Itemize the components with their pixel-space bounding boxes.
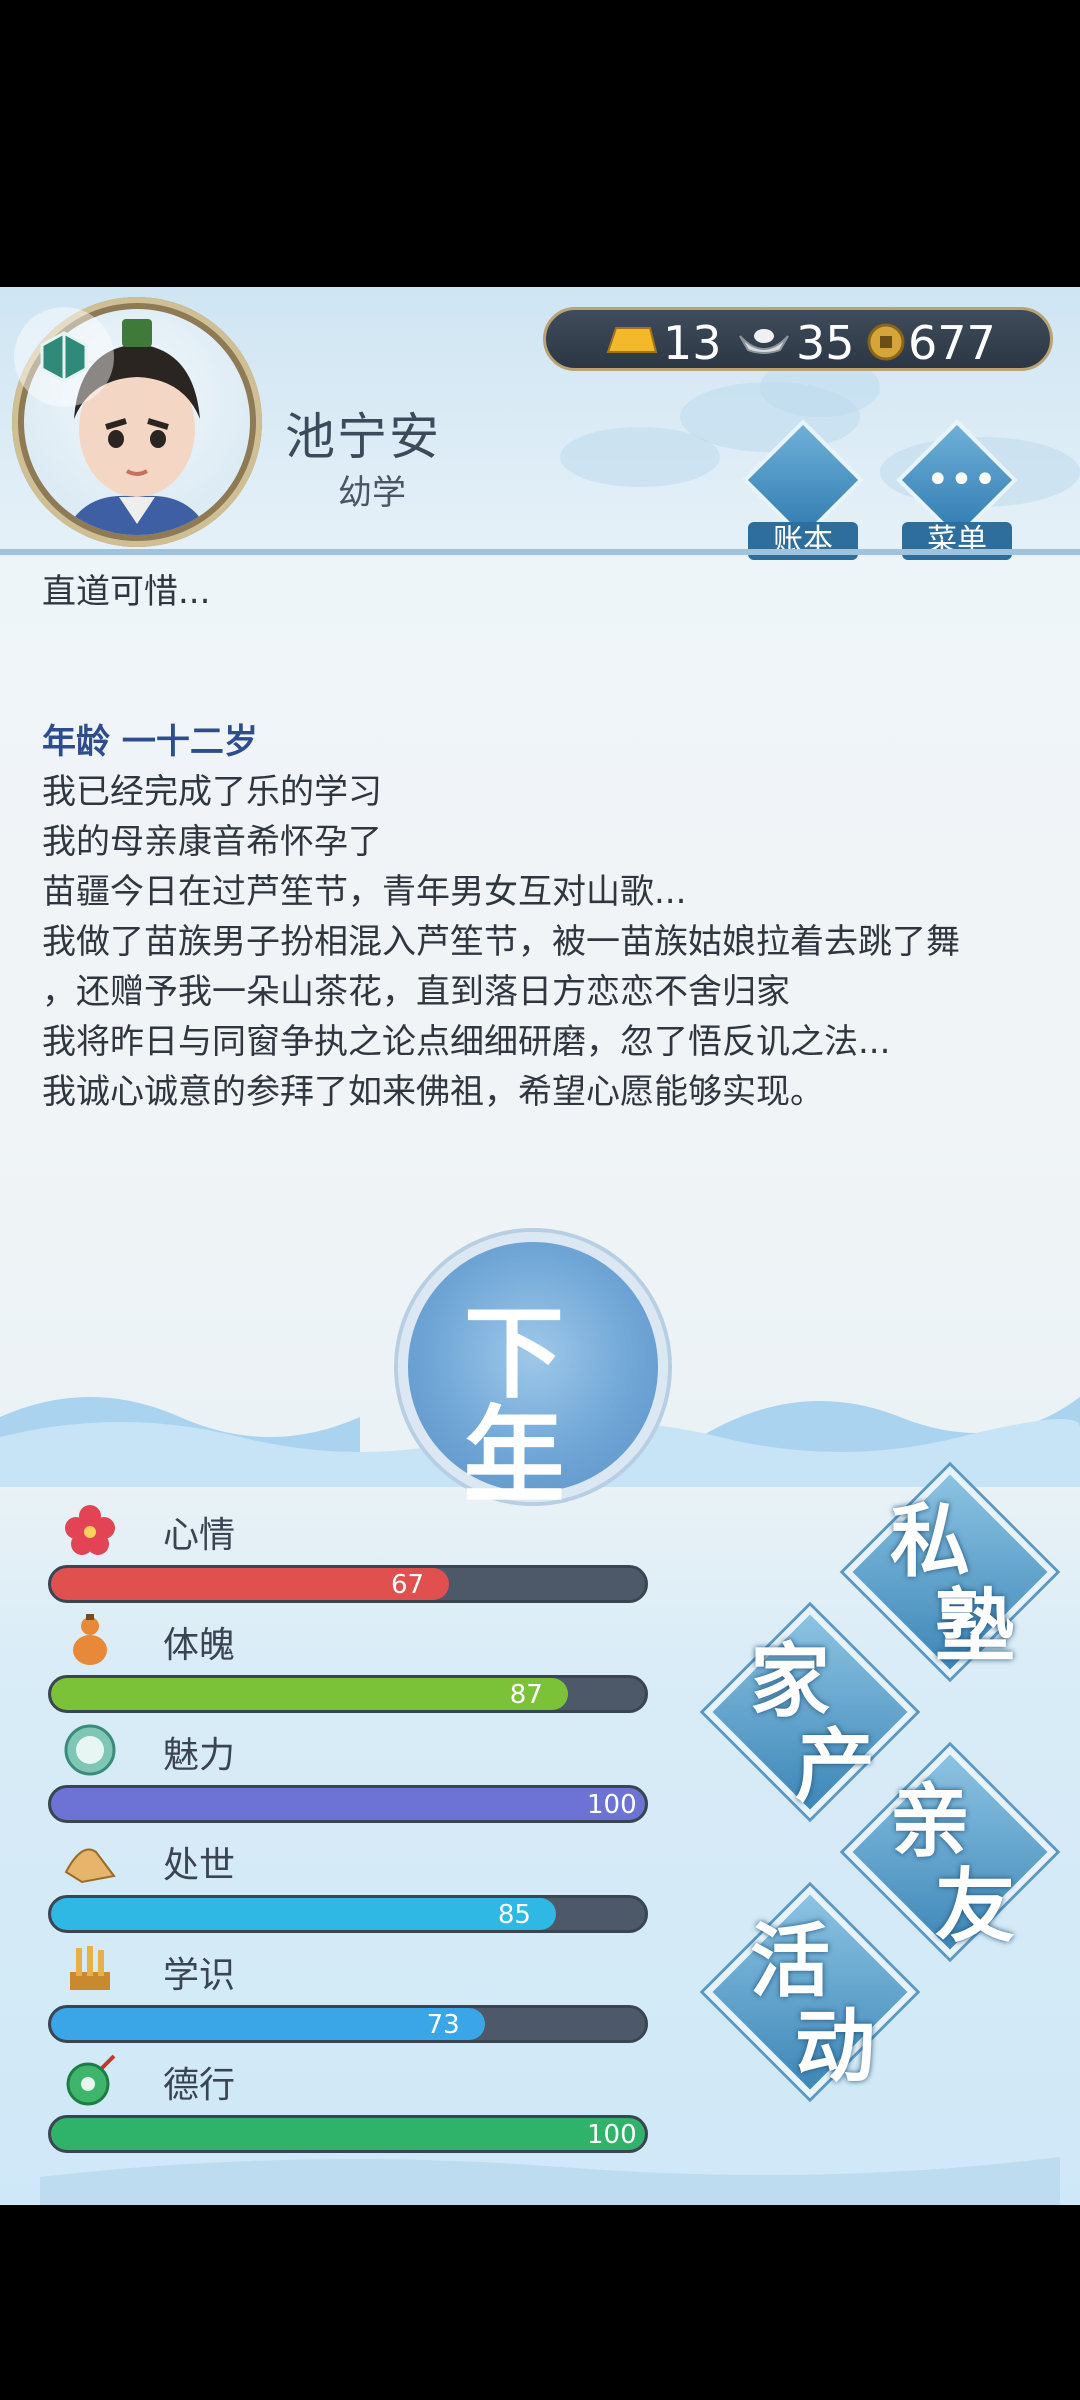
player-name: 池宁安 [285,408,441,466]
log-line: 我已经完成了乐的学习 [42,772,382,812]
next-year-button[interactable]: 下一 年 [398,1232,668,1557]
hands-icon [64,1848,116,1884]
log-line: 我做了苗族男子扮相混入芦笙节，被一苗族姑娘拉着去跳了舞 [42,922,960,962]
log-line: 我将昨日与同窗争执之论点细细研磨，忽了悟反讥之法... [42,1022,891,1062]
relatives-label-2: 友 [935,1860,1015,1953]
stat-bar-fill [51,1568,449,1600]
player-stage: 幼学 [338,473,406,513]
stat-value: 67 [390,1570,425,1600]
dots-glyph: ••• [926,457,997,503]
stat-label: 处世 [163,1845,236,1886]
stat-mood: 心情 67 [48,1502,648,1612]
mirror-icon [64,1724,116,1776]
stat-value: 87 [509,1680,543,1710]
stat-bar-fill [51,2008,485,2040]
gold-count: 13 [663,316,722,370]
currency-bar: 13 35 677 [543,307,1053,371]
stat-label: 学识 [163,1955,236,1996]
stat-label: 心情 [163,1515,236,1556]
stat-bar: 73 [48,2005,648,2043]
flower-icon [65,1505,115,1555]
gold-bar-icon [606,327,658,353]
stat-label: 魅力 [163,1735,236,1776]
stat-bar: 100 [48,1785,648,1823]
coin-icon [867,323,905,361]
stat-bar-fill [51,1898,556,1930]
school-label-2: 塾 [935,1580,1015,1673]
stat-label: 体魄 [163,1625,236,1666]
next-year-text-2: 年 [464,1395,564,1512]
header-divider [0,549,1080,555]
activity-button[interactable]: 活 动 [703,1885,917,2099]
stat-value: 73 [426,2010,460,2040]
activity-label-2: 动 [795,2000,875,2093]
log-line: ，还赠予我一朵山茶花，直到落日方恋恋不舍归家 [42,972,790,1012]
stat-bar-fill [51,1788,645,1820]
header: 池宁安 幼学 13 35 677 账本 ••• 菜单 [0,287,1080,560]
stat-value: 100 [587,1790,637,1820]
age-heading: 年龄 一十二岁 [42,722,258,762]
bottom-wave-decoration [40,2157,1060,2205]
stat-physique: 体魄 87 [48,1612,648,1722]
event-log[interactable]: 直道可惜... 年龄 一十二岁 我已经完成了乐的学习 我的母亲康音希怀孕了 苗疆… [42,567,1042,1117]
stat-knowledge: 学识 73 [48,1942,648,2052]
log-prev-line: 直道可惜... [42,572,211,612]
coin-count: 677 [908,316,996,370]
stat-charm: 魅力 100 [48,1722,648,1832]
jade-icon [66,2054,116,2106]
stat-value: 85 [497,1900,531,1930]
gourd-icon [73,1614,107,1665]
stat-bar: 85 [48,1895,648,1933]
box-icon [40,331,88,383]
game-screen: 池宁安 幼学 13 35 677 账本 ••• 菜单 直道可惜... 年龄 一十… [0,287,1080,2205]
switch-view-button[interactable] [14,307,114,407]
stat-bar-fill [51,1678,568,1710]
scrolls-icon [70,1946,110,1990]
menu-button[interactable]: ••• 菜单 [892,419,1022,560]
stat-social: 处世 85 [48,1832,648,1942]
log-line: 我诚心诚意的参拜了如来佛祖，希望心愿能够实现。 [42,1072,824,1112]
silver-ingot-icon [739,329,789,354]
log-line: 苗疆今日在过芦笙节，青年男女互对山歌... [42,872,687,912]
stat-bar: 67 [48,1565,648,1603]
stat-label: 德行 [163,2065,236,2106]
log-line: 我的母亲康音希怀孕了 [42,822,382,862]
stat-bar: 87 [48,1675,648,1713]
silver-count: 35 [796,316,855,370]
ledger-button[interactable]: 账本 [738,419,868,560]
